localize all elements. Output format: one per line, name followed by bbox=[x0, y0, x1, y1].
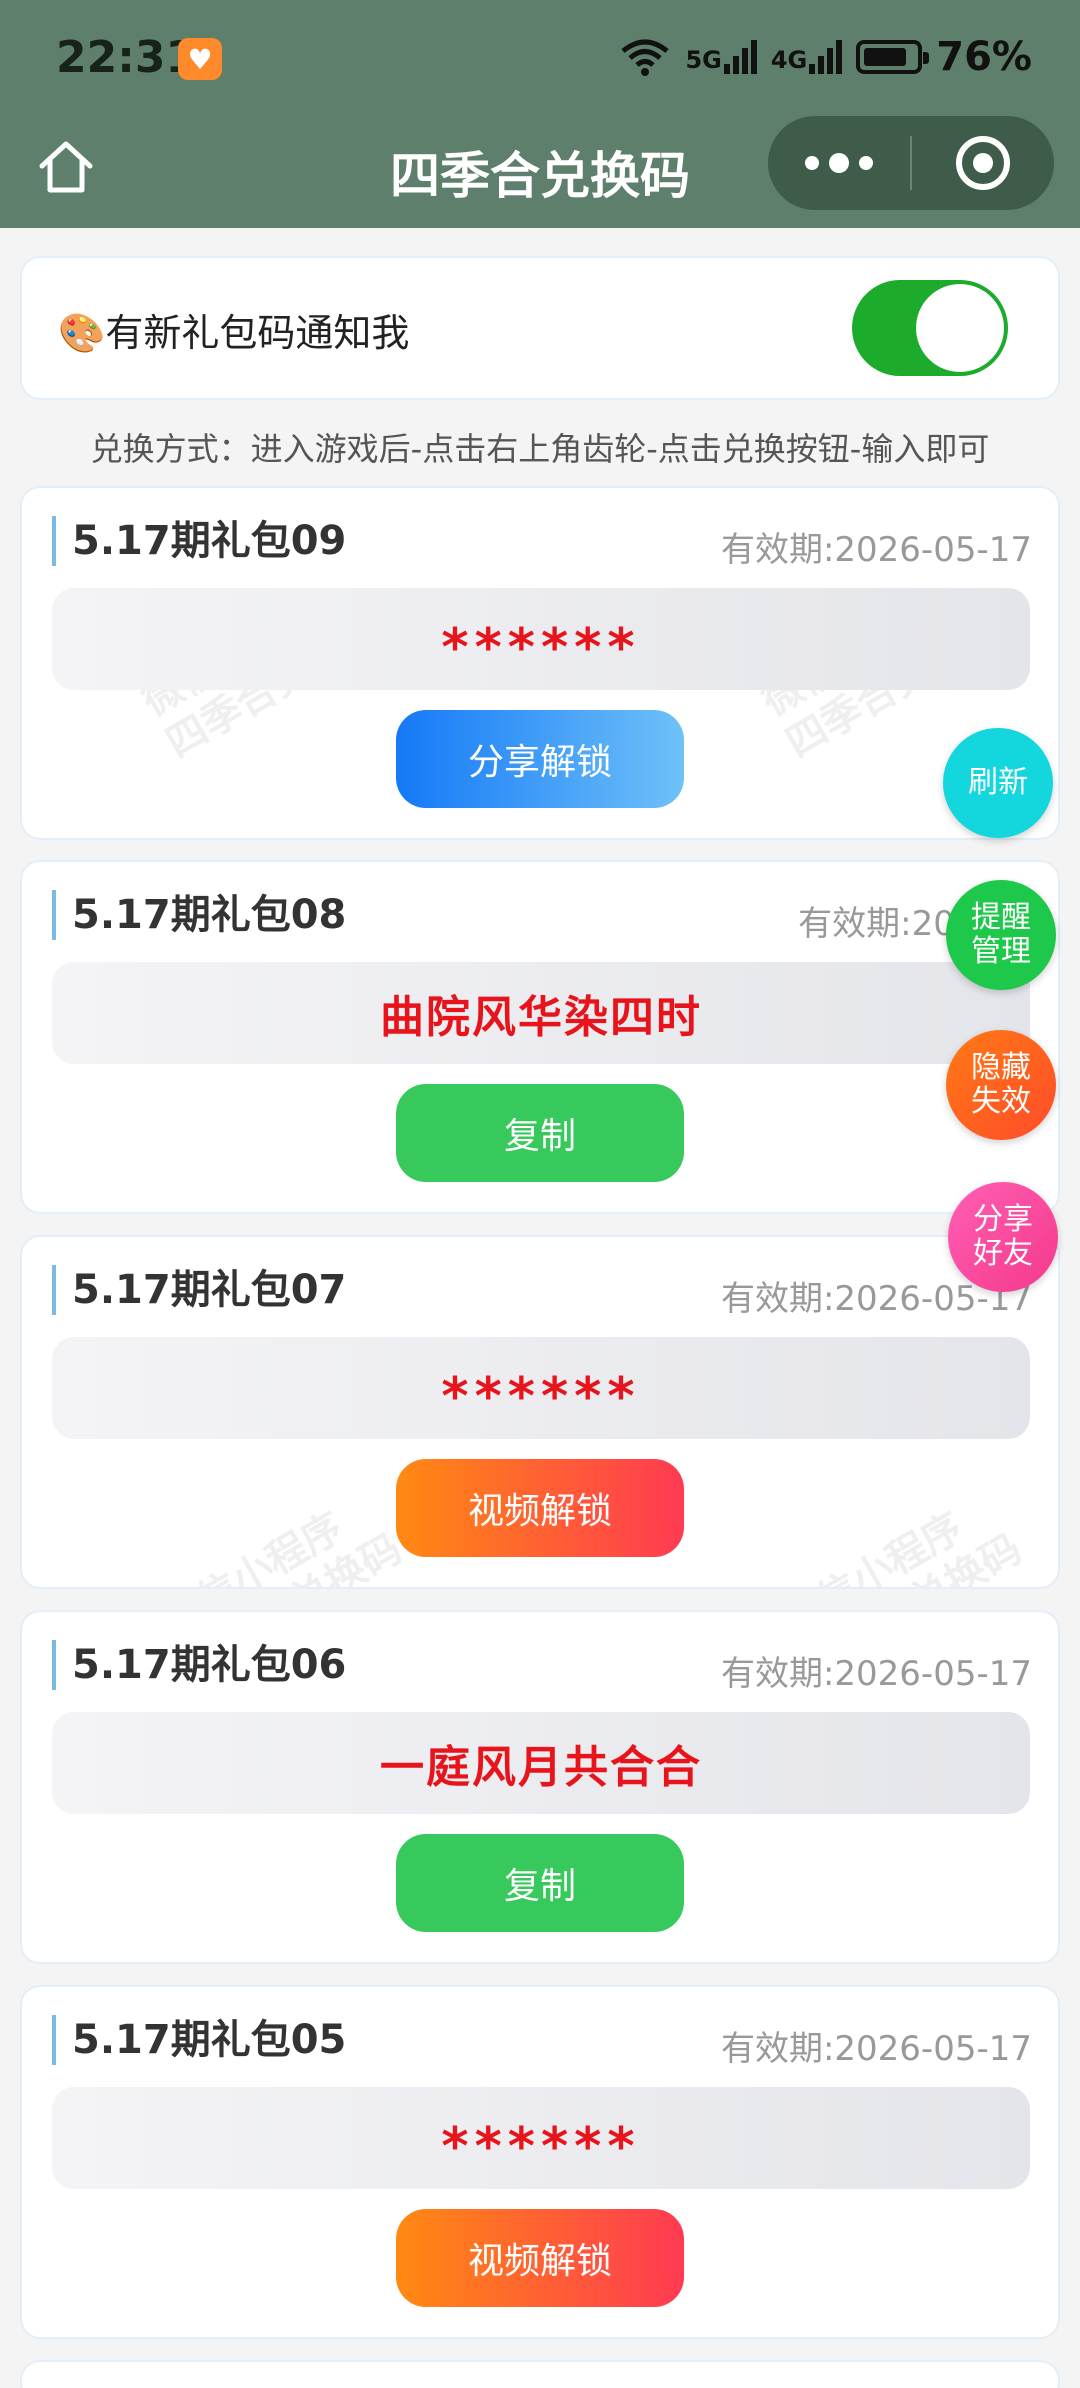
remind-manage-label: 提醒 管理 bbox=[971, 900, 1031, 969]
gift-card: 5.17期礼包06 有效期:2026-05-17 一庭风月共合合 复制 bbox=[22, 1612, 1058, 1962]
gift-card-partial bbox=[22, 2362, 1058, 2388]
net-4g-label: 4G bbox=[770, 46, 808, 74]
notify-toggle[interactable] bbox=[852, 280, 1008, 376]
watermark: 微信小程序四季合兑换码 bbox=[154, 1504, 410, 1587]
code-box: ****** bbox=[52, 588, 1030, 690]
gift-card: 5.17期礼包05 有效期:2026-05-17 ****** 视频解锁 bbox=[22, 1987, 1058, 2337]
card-title: 5.17期礼包07 bbox=[52, 1265, 346, 1315]
refresh-button[interactable]: 刷新 bbox=[943, 728, 1053, 838]
card-expiry: 有效期:2026-05-17 bbox=[720, 1654, 1032, 1694]
share-friends-button[interactable]: 分享 好友 bbox=[948, 1182, 1058, 1292]
signal-bars-icon bbox=[723, 40, 757, 74]
notify-label: 🎨有新礼包码通知我 bbox=[58, 311, 410, 355]
status-time: 22:31 bbox=[56, 32, 197, 83]
hide-expired-label: 隐藏 失效 bbox=[971, 1050, 1031, 1119]
gift-code: 曲院风华染四时 bbox=[380, 992, 702, 1043]
dot-icon bbox=[805, 156, 819, 170]
dot-icon bbox=[859, 156, 873, 170]
dot-icon bbox=[829, 153, 849, 173]
signal-4g: 4G bbox=[770, 40, 843, 74]
close-mini-program-button[interactable] bbox=[912, 136, 1054, 190]
hidden-code: ****** bbox=[441, 2117, 641, 2177]
battery-percent: 76% bbox=[936, 34, 1032, 80]
card-title: 5.17期礼包05 bbox=[52, 2015, 346, 2065]
code-box: ****** bbox=[52, 2087, 1030, 2189]
share-friends-label: 分享 好友 bbox=[973, 1202, 1033, 1271]
hide-expired-button[interactable]: 隐藏 失效 bbox=[946, 1030, 1056, 1140]
redeem-instructions: 兑换方式：进入游戏后-点击右上角齿轮-点击兑换按钮-输入即可 bbox=[90, 430, 990, 468]
wifi-icon bbox=[621, 39, 670, 76]
mini-program-capsule bbox=[768, 116, 1054, 210]
gift-card: 5.17期礼包08 有效期:2026-0 曲院风华染四时 复制 bbox=[22, 862, 1058, 1212]
video-unlock-button[interactable]: 视频解锁 bbox=[396, 2209, 684, 2307]
signal-bars-icon bbox=[809, 40, 843, 74]
signal-5g: 5G bbox=[685, 40, 757, 74]
hidden-code: ****** bbox=[441, 1367, 641, 1427]
status-icons: 5G 4G 76% bbox=[619, 34, 1032, 80]
gift-card: 微信小程序四季合兑换码 微信小程序四季合兑换码 5.17期礼包07 有效期:20… bbox=[22, 1237, 1058, 1587]
battery-icon bbox=[856, 40, 930, 74]
card-title: 5.17期礼包08 bbox=[52, 890, 346, 940]
share-unlock-button[interactable]: 分享解锁 bbox=[396, 710, 684, 808]
video-unlock-button[interactable]: 视频解锁 bbox=[396, 1459, 684, 1557]
more-button[interactable] bbox=[768, 116, 910, 210]
nav-bar: 四季合兑换码 bbox=[0, 116, 1080, 228]
gift-code: 一庭风月共合合 bbox=[380, 1742, 702, 1793]
code-box: ****** bbox=[52, 1337, 1030, 1439]
card-expiry: 有效期:2026-05-17 bbox=[720, 2029, 1032, 2069]
net-5g-label: 5G bbox=[685, 46, 722, 74]
card-expiry: 有效期:2026-05-17 bbox=[720, 530, 1032, 570]
code-box: 曲院风华染四时 bbox=[52, 962, 1030, 1064]
notify-card: 🎨有新礼包码通知我 bbox=[22, 258, 1058, 398]
copy-button[interactable]: 复制 bbox=[396, 1834, 684, 1932]
watermark: 微信小程序四季合兑换码 bbox=[774, 1504, 1030, 1587]
toggle-knob bbox=[916, 284, 1004, 372]
gift-card: 微信小程序四季合兑换码 微信小程序四季合兑换码 5.17期礼包09 有效期:20… bbox=[22, 488, 1058, 838]
copy-button[interactable]: 复制 bbox=[396, 1084, 684, 1182]
code-box: 一庭风月共合合 bbox=[52, 1712, 1030, 1814]
card-title: 5.17期礼包09 bbox=[52, 516, 346, 566]
remind-manage-button[interactable]: 提醒 管理 bbox=[946, 880, 1056, 990]
app-notification-icon: ♥ bbox=[178, 38, 222, 80]
status-bar: 22:31 ♥ 5G 4G 76% bbox=[0, 0, 1080, 116]
target-icon bbox=[956, 136, 1010, 190]
hidden-code: ****** bbox=[441, 618, 641, 678]
card-title: 5.17期礼包06 bbox=[52, 1640, 346, 1690]
